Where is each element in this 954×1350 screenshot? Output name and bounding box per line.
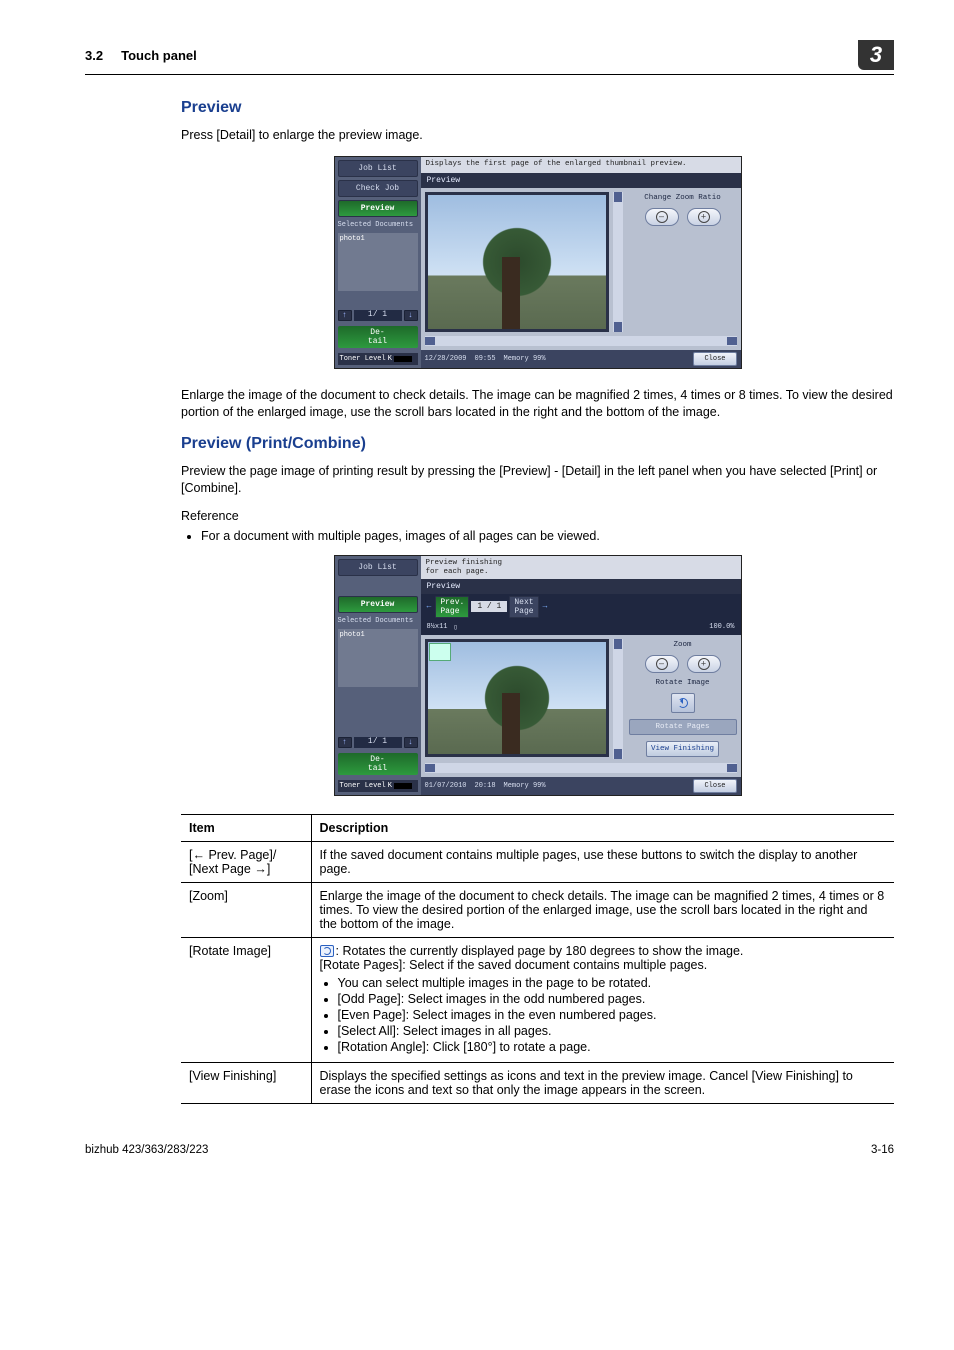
- item-rotate-image: [Rotate Image]: [181, 937, 311, 1062]
- detail-button[interactable]: De- tail: [338, 326, 418, 348]
- desc-zoom: Enlarge the image of the document to che…: [311, 882, 894, 937]
- preview-intro: Press [Detail] to enlarge the preview im…: [181, 127, 894, 144]
- rotate-icon: [678, 698, 688, 708]
- rotate-image-label: Rotate Image: [629, 679, 737, 687]
- toner-level: Toner Level K: [338, 353, 418, 365]
- tab-preview[interactable]: Preview: [338, 200, 418, 217]
- pager-indicator: 1/ 1: [354, 310, 402, 321]
- selected-documents-label: Selected Documents: [338, 616, 418, 626]
- touch-panel-preview-print-combine: Job List Preview Selected Documents phot…: [334, 555, 742, 796]
- message-bar: Displays the first page of the enlarged …: [421, 157, 741, 173]
- footer-date: 12/28/2009: [425, 355, 467, 363]
- preview-after-text: Enlarge the image of the document to che…: [181, 387, 894, 421]
- item-zoom: [Zoom]: [181, 882, 311, 937]
- view-finishing-button[interactable]: View Finishing: [646, 741, 719, 757]
- preview-title-strip: Preview: [421, 173, 741, 188]
- footer-page-number: 3-16: [871, 1144, 894, 1156]
- preview-title-strip: Preview: [421, 579, 741, 594]
- scrollbar-horizontal[interactable]: [425, 763, 737, 773]
- tab-check-job[interactable]: Check Job: [338, 180, 418, 197]
- zoom-in-button[interactable]: [687, 655, 721, 673]
- footer-date: 01/07/2010: [425, 782, 467, 790]
- rotate-pages-button[interactable]: Rotate Pages: [629, 719, 737, 735]
- table-head-item: Item: [181, 814, 311, 841]
- tab-preview[interactable]: Preview: [338, 596, 418, 613]
- message-bar: Preview finishing for each page.: [421, 556, 741, 579]
- page-number: 1 / 1: [471, 601, 507, 612]
- close-button[interactable]: Close: [693, 779, 736, 793]
- preview-pc-heading: Preview (Print/Combine): [181, 435, 894, 453]
- table-head-description: Description: [311, 814, 894, 841]
- page-thumb-icon: [429, 643, 451, 664]
- pager-up-icon[interactable]: ↑: [338, 310, 352, 321]
- preview-heading: Preview: [181, 99, 894, 117]
- desc-prev-next: If the saved document contains multiple …: [311, 841, 894, 882]
- zoom-out-button[interactable]: [645, 208, 679, 226]
- pager-down-icon[interactable]: ↓: [404, 737, 418, 748]
- reference-bullet: For a document with multiple pages, imag…: [201, 529, 894, 543]
- preview-image: [425, 192, 609, 332]
- close-button[interactable]: Close: [693, 352, 736, 366]
- pager-down-icon[interactable]: ↓: [404, 310, 418, 321]
- zoom-out-button[interactable]: [645, 655, 679, 673]
- toner-bar-icon: [394, 783, 412, 789]
- tab-job-list[interactable]: Job List: [338, 160, 418, 177]
- footer-time: 20:18: [475, 782, 496, 790]
- pager-indicator: 1/ 1: [354, 737, 402, 748]
- document-list[interactable]: photo1: [338, 629, 418, 687]
- footer-model: bizhub 423/363/283/223: [85, 1144, 208, 1156]
- scrollbar-vertical[interactable]: [613, 192, 623, 332]
- zoom-label: Zoom: [629, 641, 737, 649]
- toner-bar-icon: [394, 356, 412, 362]
- document-item[interactable]: photo1: [340, 631, 365, 639]
- orientation-icon: ▯: [454, 623, 458, 632]
- prev-page-button[interactable]: Prev. Page: [435, 596, 469, 618]
- chapter-badge: 3: [858, 40, 894, 70]
- document-item[interactable]: photo1: [340, 235, 365, 243]
- preview-image: [425, 639, 609, 757]
- rotate-image-button[interactable]: [671, 693, 695, 713]
- page-header: 3.2 Touch panel 3: [85, 40, 894, 75]
- arrow-right-icon[interactable]: →: [541, 602, 550, 611]
- scrollbar-vertical[interactable]: [613, 639, 623, 759]
- section-title: Touch panel: [121, 48, 197, 63]
- arrow-left-icon[interactable]: ←: [425, 602, 434, 611]
- zoom-ratio-value: 100.0%: [709, 623, 734, 632]
- zoom-in-button[interactable]: [687, 208, 721, 226]
- table-row: [Zoom] Enlarge the image of the document…: [181, 882, 894, 937]
- touch-panel-preview: Job List Check Job Preview Selected Docu…: [334, 156, 742, 369]
- settings-table: Item Description [← Prev. Page]/ [Next P…: [181, 814, 894, 1104]
- desc-rotate-image: : Rotates the currently displayed page b…: [311, 937, 894, 1062]
- document-list[interactable]: photo1: [338, 233, 418, 291]
- selected-documents-label: Selected Documents: [338, 220, 418, 230]
- scrollbar-horizontal[interactable]: [425, 336, 737, 346]
- table-row: [← Prev. Page]/ [Next Page →] If the sav…: [181, 841, 894, 882]
- rotate-inline-icon: [320, 945, 334, 957]
- detail-button[interactable]: De- tail: [338, 753, 418, 775]
- paper-size: 8½x11: [427, 623, 448, 632]
- toner-level: Toner Level K: [338, 780, 418, 792]
- desc-view-finishing: Displays the specified settings as icons…: [311, 1062, 894, 1103]
- zoom-ratio-label: Change Zoom Ratio: [629, 194, 737, 202]
- pager-up-icon[interactable]: ↑: [338, 737, 352, 748]
- section-number: 3.2: [85, 48, 103, 63]
- table-row: [Rotate Image] : Rotates the currently d…: [181, 937, 894, 1062]
- reference-label: Reference: [181, 508, 894, 525]
- tab-job-list[interactable]: Job List: [338, 559, 418, 576]
- item-prev-next: [← Prev. Page]/ [Next Page →]: [181, 841, 311, 882]
- item-view-finishing: [View Finishing]: [181, 1062, 311, 1103]
- footer-time: 09:55: [475, 355, 496, 363]
- preview-pc-intro: Preview the page image of printing resul…: [181, 463, 894, 497]
- table-row: [View Finishing] Displays the specified …: [181, 1062, 894, 1103]
- next-page-button[interactable]: Next Page: [509, 596, 538, 618]
- page-footer: bizhub 423/363/283/223 3-16: [85, 1144, 894, 1156]
